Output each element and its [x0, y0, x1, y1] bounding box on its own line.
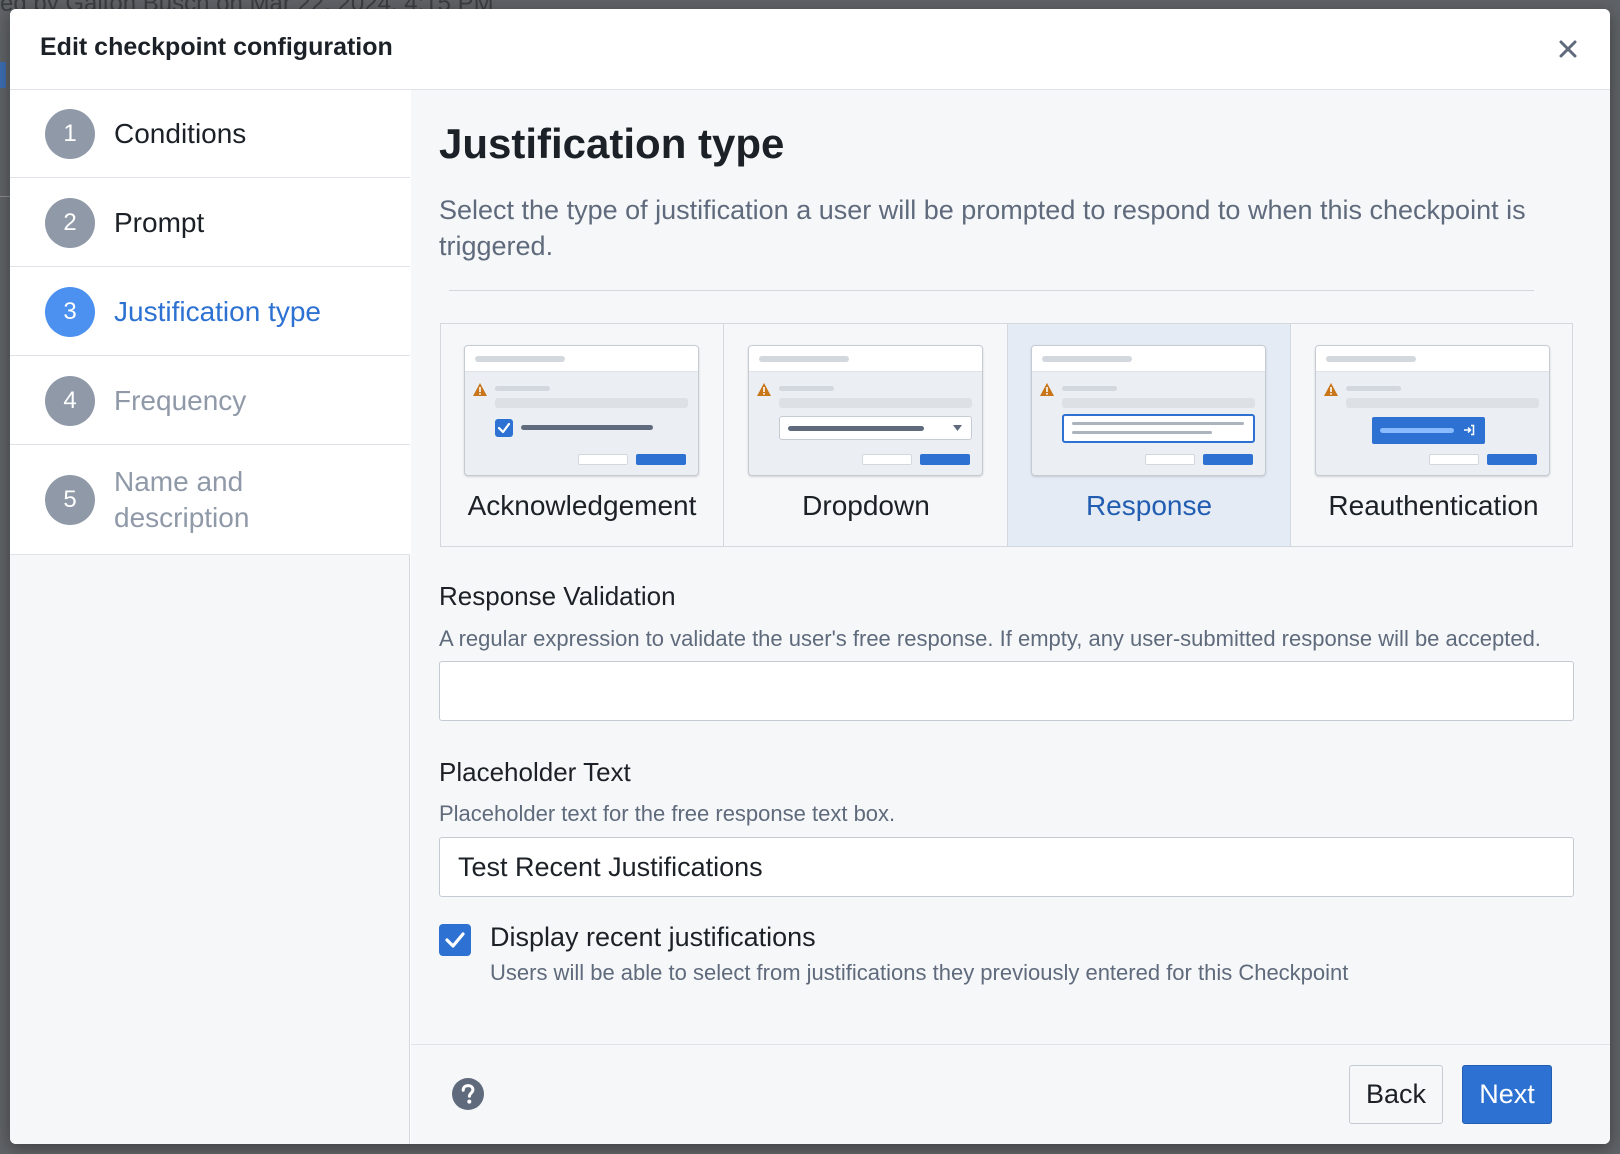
step-number: 5 [45, 475, 95, 525]
warning-icon [1040, 383, 1054, 396]
option-response[interactable]: Response [1008, 324, 1291, 546]
edit-checkpoint-dialog: Edit checkpoint configuration 1 Conditio… [10, 9, 1610, 1144]
warning-icon [1324, 383, 1338, 396]
step-name-and-description[interactable]: 5 Name and description [10, 445, 410, 555]
step-frequency[interactable]: 4 Frequency [10, 356, 410, 445]
step-conditions[interactable]: 1 Conditions [10, 90, 410, 178]
display-recent-justifications-help: Users will be able to select from justif… [490, 960, 1349, 985]
option-acknowledgement[interactable]: Acknowledgement [441, 324, 724, 546]
step-number: 4 [45, 376, 95, 426]
log-in-icon [1464, 424, 1475, 436]
check-icon [495, 419, 513, 437]
step-label: Justification type [114, 296, 321, 327]
step-prompt[interactable]: 2 Prompt [10, 178, 410, 267]
justification-type-options: Acknowledgement Dropdown Response Reauth… [440, 323, 1573, 547]
chevron-down-icon [953, 425, 962, 431]
option-label: Response [1085, 490, 1213, 521]
step-label: Name and description [114, 466, 250, 533]
step-number: 3 [45, 287, 95, 337]
option-reauthentication[interactable]: Reauthentication [1292, 324, 1575, 546]
reauthentication-preview [1315, 345, 1550, 476]
step-justification-type[interactable]: 3 Justification type [10, 267, 410, 356]
page-title: Justification type [439, 120, 785, 167]
steps-sidebar: 1 Conditions 2 Prompt 3 Justification ty… [10, 90, 410, 1144]
background-link-fragment [0, 62, 6, 88]
main-content: Justification type Select the type of ju… [411, 90, 1610, 1044]
step-number: 1 [45, 109, 95, 159]
check-icon [445, 932, 465, 948]
close-button[interactable] [1550, 31, 1586, 67]
acknowledgement-preview [464, 345, 699, 476]
option-dropdown[interactable]: Dropdown [725, 324, 1008, 546]
help-icon[interactable] [451, 1077, 485, 1111]
response-validation-label: Response Validation [439, 581, 676, 611]
step-label: Conditions [114, 118, 247, 149]
dialog-header: Edit checkpoint configuration [10, 9, 1610, 90]
display-recent-justifications-label[interactable]: Display recent justifications [490, 922, 816, 953]
step-number: 2 [45, 198, 95, 248]
warning-icon [473, 383, 487, 396]
step-label: Frequency [114, 385, 247, 416]
dropdown-preview [748, 345, 983, 476]
response-validation-input[interactable] [439, 661, 1574, 721]
response-preview [1031, 345, 1266, 476]
option-label: Reauthentication [1328, 490, 1539, 521]
placeholder-text-label: Placeholder Text [439, 757, 631, 787]
option-label: Dropdown [802, 490, 930, 521]
close-icon [1559, 40, 1577, 58]
dialog-footer: Back Next [411, 1044, 1610, 1144]
page-description: Select the type of justification a user … [439, 195, 1526, 261]
display-recent-justifications-checkbox[interactable] [439, 924, 471, 956]
dialog-title: Edit checkpoint configuration [40, 33, 393, 61]
placeholder-text-help: Placeholder text for the free response t… [439, 801, 896, 826]
background-divider [0, 196, 10, 197]
option-label: Acknowledgement [467, 490, 697, 521]
response-validation-help: A regular expression to validate the use… [439, 626, 1541, 651]
back-button[interactable]: Back [1349, 1065, 1443, 1124]
next-button[interactable]: Next [1462, 1065, 1552, 1124]
warning-icon [757, 383, 771, 396]
placeholder-text-input[interactable] [439, 837, 1574, 897]
section-divider [449, 290, 1534, 291]
step-label: Prompt [114, 207, 205, 238]
